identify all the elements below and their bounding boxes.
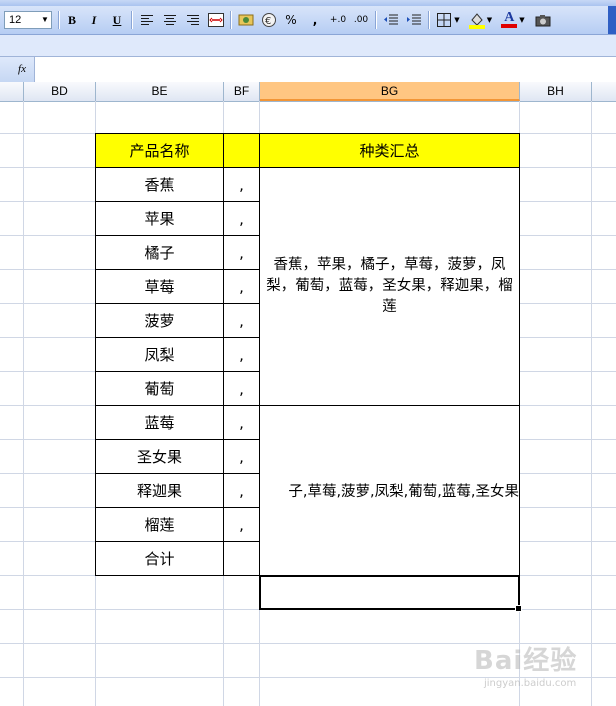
font-size-dropdown[interactable]: 12 ▼	[4, 11, 52, 29]
currency-icon	[238, 14, 254, 26]
row-header-corner[interactable]	[0, 82, 24, 101]
align-center-button[interactable]	[160, 10, 180, 30]
column-header-next[interactable]	[592, 82, 616, 101]
fill-handle[interactable]	[515, 605, 522, 612]
column-header-bf[interactable]: BF	[224, 82, 260, 101]
watermark-url: jingyan.baidu.com	[484, 678, 577, 689]
toolbar-separator	[428, 11, 430, 29]
chevron-down-icon[interactable]: ▼	[39, 12, 51, 28]
total-label-cell[interactable]: 合计	[95, 541, 224, 576]
decrease-decimal-button[interactable]: .00	[351, 10, 371, 30]
product-cell[interactable]: 草莓	[95, 269, 224, 304]
percent-button[interactable]: %	[281, 10, 301, 30]
separator-cell[interactable]: ,	[223, 439, 260, 474]
product-cell[interactable]: 苹果	[95, 201, 224, 236]
toolbar-separator	[375, 11, 377, 29]
font-color-icon: A	[501, 10, 518, 28]
separator-cell[interactable]: ,	[223, 507, 260, 542]
decrease-indent-button[interactable]	[381, 10, 401, 30]
font-size-value: 12	[9, 14, 22, 26]
camera-icon	[535, 15, 551, 27]
toolbar-top-strip	[0, 0, 616, 6]
separator-cell[interactable]: ,	[223, 473, 260, 508]
align-center-icon	[164, 15, 176, 25]
separator-cell[interactable]: ,	[223, 337, 260, 372]
column-header-be[interactable]: BE	[96, 82, 224, 101]
chevron-down-icon[interactable]: ▼	[519, 16, 524, 24]
product-cell[interactable]: 释迦果	[95, 473, 224, 508]
decrease-indent-icon	[384, 14, 398, 25]
column-header-bh[interactable]: BH	[520, 82, 592, 101]
align-left-icon	[141, 15, 153, 25]
header-separator-column[interactable]	[223, 133, 260, 168]
separator-cell[interactable]: ,	[223, 303, 260, 338]
svg-text:€: €	[265, 16, 271, 27]
camera-button[interactable]	[533, 10, 553, 30]
column-header-bd[interactable]: BD	[24, 82, 96, 101]
product-cell[interactable]: 蓝莓	[95, 405, 224, 440]
font-color-letter: A	[504, 10, 515, 25]
product-cell[interactable]: 圣女果	[95, 439, 224, 474]
fill-color-button[interactable]: ▼	[465, 10, 495, 30]
underline-button[interactable]: U	[107, 10, 127, 30]
font-color-button[interactable]: A ▼	[498, 10, 528, 30]
grid-line	[591, 101, 592, 706]
align-left-button[interactable]	[137, 10, 157, 30]
summary-merged-cell[interactable]: 香蕉，苹果，橘子，草莓，菠萝，凤梨，葡萄，蓝莓，圣女果，释迦果，榴莲	[259, 167, 520, 406]
empty-cell[interactable]	[223, 541, 260, 576]
merge-center-icon	[208, 13, 224, 27]
summary-overflow-text: 子,草莓,菠萝,凤梨,葡萄,蓝莓,圣女果	[288, 484, 519, 500]
summary-overflow-cell[interactable]: 子,草莓,菠萝,凤梨,葡萄,蓝莓,圣女果	[259, 405, 520, 576]
chevron-down-icon[interactable]: ▼	[487, 16, 492, 24]
formatting-toolbar: 12 ▼ B I U € % , +.0 .00 ▼ ▼ A ▼	[0, 0, 616, 35]
toolbar-separator	[230, 11, 232, 29]
column-header-bg[interactable]: BG	[260, 82, 520, 101]
align-right-button[interactable]	[183, 10, 203, 30]
fx-icon[interactable]: fx	[12, 60, 32, 78]
merge-center-button[interactable]	[206, 10, 226, 30]
currency-button[interactable]	[236, 10, 256, 30]
product-cell[interactable]: 葡萄	[95, 371, 224, 406]
borders-icon	[437, 13, 452, 27]
toolbar-options-grip[interactable]	[608, 6, 616, 34]
separator-cell[interactable]: ,	[223, 235, 260, 270]
product-cell[interactable]: 凤梨	[95, 337, 224, 372]
header-product-name[interactable]: 产品名称	[95, 133, 224, 168]
separator-cell[interactable]: ,	[223, 269, 260, 304]
toolbar-area	[0, 35, 616, 56]
comma-style-button[interactable]: ,	[305, 10, 325, 30]
product-cell[interactable]: 橘子	[95, 235, 224, 270]
borders-button[interactable]: ▼	[433, 10, 463, 30]
watermark-brand: Bai经验	[474, 646, 578, 676]
bold-button[interactable]: B	[62, 10, 82, 30]
product-cell[interactable]: 榴莲	[95, 507, 224, 542]
increase-decimal-button[interactable]: +.0	[328, 10, 348, 30]
increase-indent-button[interactable]	[404, 10, 424, 30]
grid-line	[23, 101, 24, 706]
column-headers: BD BE BF BG BH	[0, 82, 616, 102]
product-cell[interactable]: 香蕉	[95, 167, 224, 202]
product-cell[interactable]: 菠萝	[95, 303, 224, 338]
chevron-down-icon[interactable]: ▼	[454, 16, 459, 24]
separator-cell[interactable]: ,	[223, 201, 260, 236]
active-cell-selection[interactable]	[259, 575, 522, 612]
euro-button[interactable]: €	[259, 10, 279, 30]
header-category-summary[interactable]: 种类汇总	[259, 133, 520, 168]
toolbar-separator	[131, 11, 133, 29]
separator-cell[interactable]: ,	[223, 167, 260, 202]
separator-cell[interactable]: ,	[223, 371, 260, 406]
fill-color-icon	[468, 13, 485, 29]
separator-cell[interactable]: ,	[223, 405, 260, 440]
align-right-icon	[187, 15, 199, 25]
euro-icon: €	[262, 13, 276, 27]
increase-indent-icon	[407, 14, 421, 25]
formula-bar: fx	[0, 56, 616, 83]
toolbar-separator	[58, 11, 60, 29]
watermark: Bai经验 jingyan.baidu.com	[474, 640, 614, 696]
italic-button[interactable]: I	[84, 10, 104, 30]
